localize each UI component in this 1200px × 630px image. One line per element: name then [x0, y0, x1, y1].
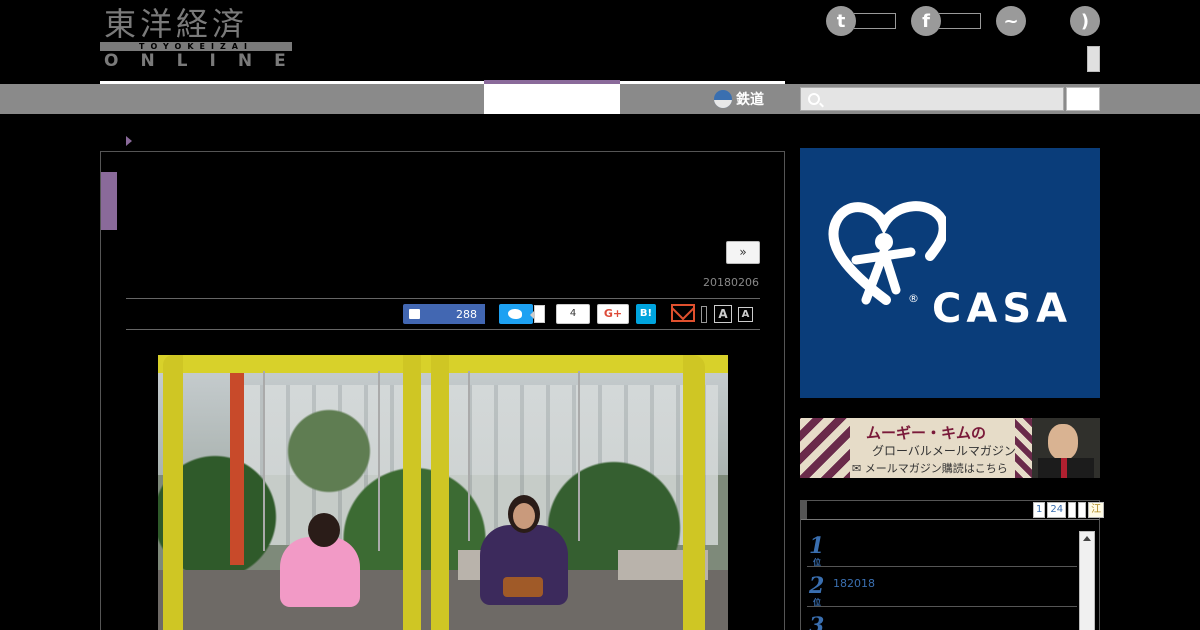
ranking-item[interactable]: 1位: [807, 527, 1077, 567]
tweet-count: [530, 305, 545, 323]
hatena-bookmark-button[interactable]: B!: [636, 304, 656, 324]
ranking-tab[interactable]: 江: [1088, 502, 1105, 518]
swing-chain: [378, 371, 380, 551]
ranking-number-value: 3: [809, 613, 825, 630]
google-plus-button[interactable]: G+: [597, 304, 629, 324]
ad-stripe-left: [800, 418, 850, 478]
ranking-text: 182018: [833, 577, 875, 590]
twitter-follow-count: [854, 13, 896, 29]
share-more-button[interactable]: [701, 306, 707, 323]
thumbs-up-icon: [409, 309, 420, 319]
ranking-tab[interactable]: 24: [1047, 502, 1067, 518]
search-icon: [808, 93, 820, 105]
font-size-small-button[interactable]: A: [738, 307, 753, 322]
font-size-large-button[interactable]: A: [714, 305, 732, 323]
rss-icon: ): [1070, 6, 1100, 36]
facebook-like-button[interactable]: 288: [403, 304, 483, 324]
newsletter-ad-subtitle: グローバルメールマガジン: [872, 444, 1016, 458]
swing-frame-middle-1: [403, 355, 421, 630]
rss-link[interactable]: ): [1070, 6, 1100, 36]
facebook-follow[interactable]: f: [911, 6, 981, 36]
casa-heart-logo: [828, 201, 946, 305]
share-divider-top: [126, 298, 760, 299]
ranking-header-accent: [801, 501, 807, 519]
newsletter-ad-face: [1048, 424, 1078, 460]
swing-chain: [468, 371, 470, 541]
messenger-follow[interactable]: ~: [996, 6, 1026, 36]
ranking-tab[interactable]: [1068, 502, 1077, 518]
site-logo[interactable]: 東洋経済 TOYOKEIZAI ONLINE: [100, 6, 292, 70]
ranking-item[interactable]: 2位 182018: [807, 567, 1077, 607]
ranking-number-value: 2: [809, 573, 825, 599]
ranking-item[interactable]: 3: [807, 607, 1077, 630]
swing-frame-left: [163, 355, 183, 630]
ranking-scrollbar[interactable]: [1079, 531, 1095, 630]
tweet-button[interactable]: [499, 304, 533, 324]
newsletter-ad-tie: [1061, 458, 1067, 478]
facebook-follow-count: [939, 13, 981, 29]
nav-tab-active[interactable]: [484, 84, 620, 114]
header-menu-button[interactable]: [1087, 46, 1100, 72]
ranking-tab[interactable]: 1: [1033, 502, 1046, 518]
facebook-like-count: 288: [456, 307, 477, 321]
ranking-number: 2位: [809, 573, 825, 607]
newsletter-ad-title: ムーギー・キムの: [866, 424, 987, 442]
newsletter-ad-banner[interactable]: ムーギー・キムの グローバルメールマガジン ✉ メールマガジン購読はこちら: [800, 418, 1100, 478]
share-divider-bottom: [126, 329, 760, 330]
article-photo: [158, 355, 728, 630]
casa-registered-mark: ®: [908, 292, 919, 305]
photo-red-post: [230, 365, 244, 565]
swing-chain: [578, 371, 580, 541]
search-box: [800, 87, 1064, 111]
nav-tab-railway[interactable]: 鉄道: [714, 86, 764, 112]
ranking-number-value: 1: [809, 533, 825, 559]
ranking-number: 1位: [809, 533, 825, 567]
mail-share-icon[interactable]: [671, 304, 695, 322]
facebook-icon: f: [911, 6, 941, 36]
photo-girl-head: [308, 513, 340, 547]
search-input[interactable]: [825, 88, 1061, 110]
casa-ad-banner[interactable]: ® CASA: [800, 148, 1100, 398]
ranking-widget: 1 24 江 1位 2位 182018 3: [800, 500, 1105, 630]
photo-woman-face: [513, 503, 535, 529]
messenger-icon: ~: [996, 6, 1026, 36]
twitter-bird-icon: [508, 309, 522, 319]
casa-brand: CASA: [932, 286, 1073, 332]
nav-tab-railway-label: 鉄道: [736, 92, 764, 108]
nav-divider: [100, 81, 785, 84]
swing-frame-middle-2: [431, 355, 449, 630]
logo-romaji: TOYOKEIZAI: [100, 42, 292, 51]
photo-bag: [503, 577, 543, 597]
newsletter-ad-cta: ✉ メールマガジン購読はこちら: [852, 462, 1008, 475]
ranking-number: 3: [809, 613, 824, 630]
article-title-accent: [101, 172, 117, 230]
breadcrumb-arrow-icon: [126, 136, 132, 146]
logo-kanji: 東洋経済: [104, 5, 249, 43]
photo-girl: [280, 537, 360, 607]
ranking-header-divider: [801, 519, 1099, 520]
newsletter-ad-cta-text: メールマガジン購読はこちら: [864, 462, 1008, 475]
ranking-tab[interactable]: [1078, 502, 1087, 518]
twitter-follow[interactable]: t: [826, 6, 896, 36]
swing-chain: [263, 371, 265, 551]
ranking-tabs: 1 24 江: [1033, 502, 1105, 518]
twitter-icon: t: [826, 6, 856, 36]
swing-frame-right: [683, 355, 705, 630]
article-date: 20180206: [703, 276, 759, 289]
train-icon: [714, 90, 732, 108]
next-page-button[interactable]: »: [726, 241, 760, 264]
hatena-count: 4: [556, 304, 590, 324]
logo-online: ONLINE: [104, 51, 308, 71]
article-container: » 20180206 288 4 G+ B! A A: [100, 151, 785, 630]
search-button[interactable]: [1066, 87, 1100, 111]
